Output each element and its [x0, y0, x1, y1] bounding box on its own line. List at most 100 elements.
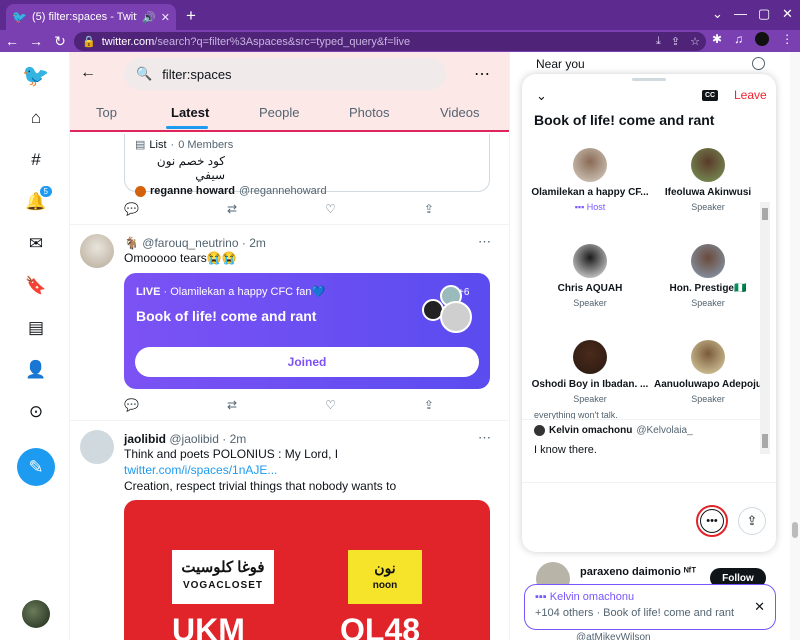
- extensions-icon[interactable]: ✱: [712, 32, 722, 46]
- panel-grabber[interactable]: [632, 78, 666, 81]
- notifications-badge: 5: [38, 185, 53, 198]
- url-path: /search?q=filter%3Aspaces&src=typed_quer…: [154, 35, 411, 48]
- back-arrow-icon[interactable]: ←: [80, 64, 96, 82]
- more-options-button[interactable]: •••: [696, 505, 728, 537]
- leave-button[interactable]: Leave: [734, 88, 767, 102]
- back-icon[interactable]: ←: [0, 33, 24, 49]
- more-circle-icon[interactable]: ⊙: [22, 398, 50, 426]
- close-window-icon[interactable]: ✕: [782, 6, 793, 22]
- chevron-down-icon[interactable]: ⌄: [712, 6, 723, 22]
- captions-button[interactable]: CC: [702, 90, 719, 101]
- participants-scrollbar[interactable]: [760, 202, 770, 454]
- browser-toolbar: ← → ↻ 🔒 twitter.com/search?q=filter%3Asp…: [0, 30, 800, 52]
- joined-button[interactable]: Joined: [135, 347, 479, 377]
- tab-videos[interactable]: Videos: [440, 105, 480, 120]
- share-tweet-icon[interactable]: ⇪: [424, 398, 434, 414]
- tweet-more-icon[interactable]: ⋯: [478, 234, 491, 250]
- reply-icon[interactable]: 💬: [124, 202, 139, 218]
- participant[interactable]: Aanuoluwapo Adepoju Speaker: [648, 340, 768, 404]
- tab-top[interactable]: Top: [96, 105, 117, 120]
- bookmark-star-icon[interactable]: ☆: [690, 35, 700, 48]
- twitter-logo-icon[interactable]: 🐦: [22, 62, 50, 90]
- tab-people[interactable]: People: [259, 105, 299, 120]
- speaker-icon[interactable]: 🔊: [142, 11, 156, 24]
- notifications-bell-icon[interactable]: 🔔 5: [22, 185, 53, 216]
- media-control-icon[interactable]: ♫: [734, 32, 743, 46]
- left-navigation: 🐦 ⌂ # 🔔 5 ✉ 🔖 ▤ 👤 ⊙ ✎: [0, 52, 70, 640]
- new-tab-button[interactable]: +: [186, 6, 196, 26]
- list-card[interactable]: ▤ List · 0 Members كود خصم نون سيفي reganne…: [124, 134, 490, 197]
- home-icon[interactable]: ⌂: [22, 104, 50, 132]
- divider: [70, 224, 509, 225]
- profile-person-icon[interactable]: 👤: [22, 356, 50, 384]
- like-heart-icon[interactable]: ♡: [325, 202, 336, 218]
- tweet-author-handle[interactable]: @jaolibid: [169, 432, 219, 446]
- participant[interactable]: Olamilekan a happy CF... ▪▪▪ Host: [530, 148, 650, 212]
- like-heart-icon[interactable]: ♡: [325, 398, 336, 414]
- address-bar[interactable]: 🔒 twitter.com/search?q=filter%3Aspaces&s…: [74, 32, 706, 51]
- right-column: Near you ⌄ CC Leave Book of life! come a…: [510, 52, 800, 640]
- tab-photos[interactable]: Photos: [349, 105, 389, 120]
- profile-avatar[interactable]: [755, 32, 770, 46]
- tweet-media-image[interactable]: فوغا كلوسيت VOGACLOSET نون noon UKM OL48: [124, 500, 490, 640]
- minimize-icon[interactable]: —: [734, 6, 747, 21]
- share-icon[interactable]: ⇪: [671, 35, 680, 48]
- more-dots-icon: •••: [700, 509, 724, 533]
- participant[interactable]: Ifeoluwa Akinwusi Speaker: [648, 148, 768, 212]
- tweet-more-icon[interactable]: ⋯: [478, 430, 491, 446]
- space-mini-player[interactable]: ▪▪▪ Kelvin omachonu +104 others · Book o…: [524, 584, 776, 630]
- close-icon[interactable]: ✕: [754, 599, 765, 615]
- participant[interactable]: Oshodi Boy in Ibadan. ... Speaker: [530, 340, 650, 404]
- lists-icon[interactable]: ▤: [22, 314, 50, 342]
- forward-icon[interactable]: →: [24, 33, 48, 49]
- share-icon: ⇪: [746, 513, 758, 528]
- list-icon: ▤: [135, 139, 146, 151]
- participant[interactable]: Hon. Prestige🇳🇬 Speaker: [648, 244, 768, 308]
- page-scrollbar[interactable]: [790, 52, 800, 640]
- bookmarks-icon[interactable]: 🔖: [22, 272, 50, 300]
- tweet-actions: 💬 ⇄ ♡ ⇪: [124, 398, 434, 414]
- explore-hashtag-icon[interactable]: #: [22, 146, 50, 174]
- menu-icon[interactable]: ⋮: [781, 32, 793, 46]
- share-space-button[interactable]: ⇪: [738, 507, 766, 535]
- suggestion-name[interactable]: paraxeno daimonio ᴺᶠᵀ: [580, 566, 696, 578]
- tweet-time[interactable]: 2m: [230, 432, 247, 446]
- reload-icon[interactable]: ↻: [48, 33, 72, 50]
- participant-avatar: [691, 244, 725, 278]
- host-role: ▪▪▪ Host: [574, 202, 606, 212]
- reply-icon[interactable]: 💬: [124, 398, 139, 414]
- space-link[interactable]: twitter.com/i/spaces/1nAJE...: [124, 462, 396, 478]
- live-host: Olamilekan a happy CFC fan💙: [170, 286, 326, 298]
- tweet-avatar[interactable]: [80, 234, 114, 268]
- browser-tab[interactable]: 🐦 (5) filter:spaces - Twitter Sea 🔊 ✕: [6, 4, 176, 30]
- live-space-card[interactable]: LIVE · Olamilekan a happy CFC fan💙 Book …: [124, 273, 490, 389]
- retweet-icon[interactable]: ⇄: [227, 202, 237, 218]
- messages-envelope-icon[interactable]: ✉: [22, 230, 50, 258]
- maximize-icon[interactable]: ▢: [758, 6, 770, 22]
- chat-author: Kelvin omachonu @Kelvolaia_: [534, 425, 693, 436]
- tweet-line: Think and poets POLONIUS : My Lord, I: [124, 447, 339, 461]
- search-options-icon[interactable]: ⋯: [474, 64, 490, 84]
- noon-logo: نون noon: [348, 550, 422, 604]
- near-you-radio[interactable]: [752, 57, 765, 70]
- install-icon[interactable]: ⤓: [656, 35, 661, 48]
- tab-latest[interactable]: Latest: [171, 105, 209, 120]
- account-avatar[interactable]: [22, 600, 50, 628]
- compose-tweet-button[interactable]: ✎: [17, 448, 55, 486]
- search-query: filter:spaces: [162, 66, 232, 82]
- tweet-avatar[interactable]: [80, 430, 114, 464]
- collapse-chevron-icon[interactable]: ⌄: [536, 88, 547, 104]
- search-input[interactable]: 🔍 filter:spaces: [124, 58, 446, 90]
- near-you-label: Near you: [536, 57, 585, 71]
- close-tab-icon[interactable]: ✕: [161, 11, 170, 24]
- promo-code-2: OL48: [340, 612, 421, 640]
- space-controls: ••• ⇪: [522, 482, 776, 552]
- tweet-author-handle[interactable]: @farouq_neutrino: [142, 236, 238, 250]
- retweet-icon[interactable]: ⇄: [227, 398, 237, 414]
- participant[interactable]: Chris AQUAH Speaker: [530, 244, 650, 308]
- list-name: كود خصم نون سيفي: [156, 154, 225, 182]
- space-panel: ⌄ CC Leave Book of life! come and rant O…: [522, 74, 776, 552]
- tweet-time[interactable]: 2m: [249, 236, 266, 250]
- share-tweet-icon[interactable]: ⇪: [424, 202, 434, 218]
- tweet-author-name[interactable]: jaolibid: [124, 432, 166, 446]
